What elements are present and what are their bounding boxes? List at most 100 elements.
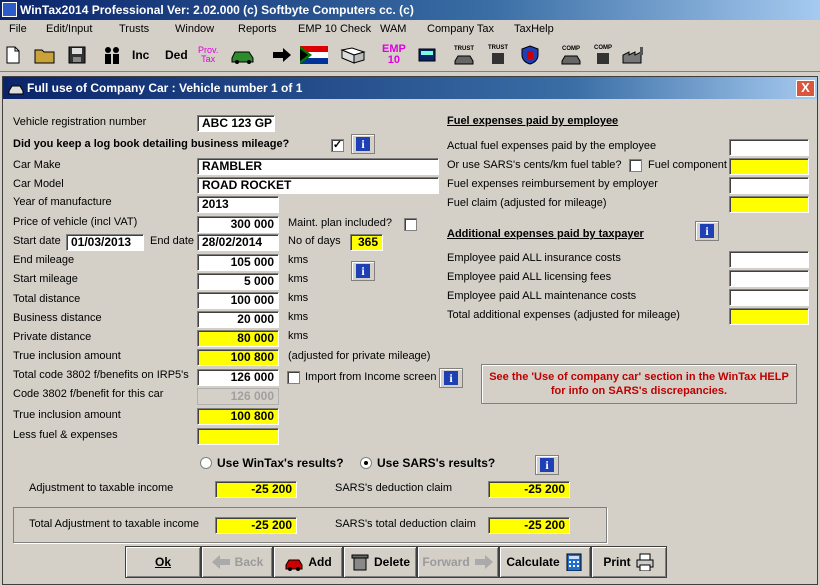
menu-window[interactable]: Window bbox=[175, 23, 214, 35]
app-title: WinTax2014 Professional Ver: 2.02.000 (c… bbox=[20, 3, 414, 17]
code3802-field[interactable]: 126 000 bbox=[197, 369, 279, 386]
menu-taxhelp[interactable]: TaxHelp bbox=[514, 23, 554, 35]
car-model-field[interactable]: ROAD ROCKET bbox=[197, 177, 439, 194]
code3802-car-field: 126 000 bbox=[197, 388, 279, 405]
total-additional-label: Total additional expenses (adjusted for … bbox=[447, 309, 680, 321]
back-button-label: Back bbox=[234, 555, 264, 569]
fuel-reimbursement-label: Fuel expenses reimbursement by employer bbox=[447, 178, 658, 190]
business-distance-field[interactable]: 20 000 bbox=[197, 311, 279, 328]
menu-emp10-check[interactable]: EMP 10 Check bbox=[298, 23, 371, 35]
import-info-button[interactable]: i bbox=[439, 368, 463, 388]
import-checkbox[interactable] bbox=[287, 371, 300, 384]
menu-file[interactable]: File bbox=[9, 23, 27, 35]
factory-icon[interactable] bbox=[622, 43, 646, 67]
deductions-button[interactable]: Ded bbox=[165, 43, 188, 67]
new-document-icon[interactable] bbox=[6, 43, 20, 67]
menu-reports[interactable]: Reports bbox=[238, 23, 277, 35]
calculator-icon bbox=[566, 553, 582, 571]
print-button[interactable]: Print bbox=[591, 546, 667, 578]
sa-flag-icon[interactable] bbox=[300, 43, 328, 67]
menu-wam[interactable]: WAM bbox=[380, 23, 406, 35]
book-icon[interactable] bbox=[340, 43, 366, 67]
add-button[interactable]: Add bbox=[273, 546, 343, 578]
additional-info-button[interactable]: i bbox=[695, 221, 719, 241]
insurance-label: Employee paid ALL insurance costs bbox=[447, 252, 621, 264]
info-icon: i bbox=[700, 224, 714, 238]
true-inclusion-note: (adjusted for private mileage) bbox=[288, 350, 431, 362]
kms-unit: kms bbox=[288, 292, 309, 304]
open-folder-icon[interactable] bbox=[34, 43, 56, 67]
logbook-checkbox[interactable]: ✓ bbox=[331, 139, 344, 152]
income-button[interactable]: Inc bbox=[132, 43, 149, 67]
back-button[interactable]: Back bbox=[201, 546, 273, 578]
menu-edit-input[interactable]: Edit/Input bbox=[46, 23, 92, 35]
car-icon[interactable] bbox=[230, 43, 256, 67]
car-model-label: Car Model bbox=[13, 178, 64, 190]
trust-save-button[interactable]: TRUST bbox=[488, 43, 508, 67]
forward-button[interactable]: Forward bbox=[417, 546, 499, 578]
dialog-title-bar: Full use of Company Car : Vehicle number… bbox=[3, 77, 817, 99]
company-car-button[interactable]: COMP bbox=[560, 43, 582, 67]
company-save-button[interactable]: COMP bbox=[594, 43, 612, 67]
arrow-right-icon[interactable] bbox=[272, 43, 292, 67]
price-label: Price of vehicle (incl VAT) bbox=[13, 216, 138, 228]
company-car-dialog: Full use of Company Car : Vehicle number… bbox=[2, 76, 818, 585]
adjustment-label: Adjustment to taxable income bbox=[29, 482, 174, 494]
mileage-info-button[interactable]: i bbox=[351, 261, 375, 281]
forward-button-label: Forward bbox=[422, 555, 470, 569]
true-inclusion-2-label: True inclusion amount bbox=[13, 409, 121, 421]
end-mileage-label: End mileage bbox=[13, 254, 75, 266]
logbook-info-button[interactable]: i bbox=[351, 134, 375, 154]
menu-company-tax[interactable]: Company Tax bbox=[427, 23, 494, 35]
sars-deduction-field: -25 200 bbox=[488, 481, 570, 498]
licensing-label: Employee paid ALL licensing fees bbox=[447, 271, 612, 283]
delete-button-label: Delete bbox=[373, 555, 411, 569]
kms-unit: kms bbox=[288, 311, 309, 323]
sars-fuel-table-checkbox[interactable] bbox=[629, 159, 642, 172]
results-info-button[interactable]: i bbox=[535, 455, 559, 475]
car-make-field[interactable]: RAMBLER bbox=[197, 158, 439, 175]
import-label: Import from Income screen bbox=[305, 371, 437, 383]
registration-field[interactable]: ABC 123 GP bbox=[197, 115, 275, 132]
trust-car-button[interactable]: TRUST bbox=[453, 43, 475, 67]
registration-label: Vehicle registration number bbox=[13, 116, 147, 128]
ok-button-label: Ok bbox=[154, 555, 171, 569]
sars-results-label: Use SARS's results? bbox=[377, 456, 496, 470]
code3802-car-label: Code 3802 f/benefit for this car bbox=[13, 388, 164, 400]
end-date-field[interactable]: 28/02/2014 bbox=[197, 234, 279, 251]
price-field[interactable]: 300 000 bbox=[197, 216, 279, 233]
start-date-field[interactable]: 01/03/2013 bbox=[66, 234, 144, 251]
insurance-field[interactable] bbox=[729, 251, 809, 268]
sars-fuel-table-label: Or use SARS's cents/km fuel table? bbox=[447, 159, 622, 171]
maintenance-field[interactable] bbox=[729, 289, 809, 306]
wintax-results-radio[interactable] bbox=[200, 457, 212, 469]
menu-trusts[interactable]: Trusts bbox=[119, 23, 149, 35]
delete-button[interactable]: Delete bbox=[343, 546, 417, 578]
fuel-reimbursement-field[interactable] bbox=[729, 177, 809, 194]
total-adjustment-field: -25 200 bbox=[215, 517, 297, 534]
licensing-field[interactable] bbox=[729, 270, 809, 287]
total-distance-field[interactable]: 100 000 bbox=[197, 292, 279, 309]
actual-fuel-field[interactable] bbox=[729, 139, 809, 156]
people-icon[interactable] bbox=[100, 43, 124, 67]
calculate-button[interactable]: Calculate bbox=[499, 546, 591, 578]
sars-results-radio[interactable] bbox=[360, 457, 372, 469]
ok-button[interactable]: Ok bbox=[125, 546, 201, 578]
emp10-button[interactable]: EMP 10 bbox=[382, 43, 406, 67]
app-title-bar: WinTax2014 Professional Ver: 2.02.000 (c… bbox=[0, 0, 820, 20]
save-disk-icon[interactable] bbox=[68, 43, 86, 67]
calculator-small-icon[interactable] bbox=[418, 43, 436, 67]
year-field[interactable]: 2013 bbox=[197, 196, 279, 213]
start-mileage-field[interactable]: 5 000 bbox=[197, 273, 279, 290]
end-mileage-field[interactable]: 105 000 bbox=[197, 254, 279, 271]
car-make-label: Car Make bbox=[13, 159, 61, 171]
private-distance-field: 80 000 bbox=[197, 330, 279, 347]
close-button[interactable]: X bbox=[796, 80, 815, 97]
shield-icon[interactable] bbox=[520, 43, 540, 67]
add-button-label: Add bbox=[308, 555, 332, 569]
toolbar: Inc Ded Prov. Tax EMP 10 TRUST TRUST COMP … bbox=[0, 40, 820, 72]
maint-plan-checkbox[interactable] bbox=[404, 218, 417, 231]
true-inclusion-2-field: 100 800 bbox=[197, 408, 279, 425]
provisional-tax-button[interactable]: Prov. Tax bbox=[198, 43, 218, 67]
sars-total-deduction-field: -25 200 bbox=[488, 517, 570, 534]
